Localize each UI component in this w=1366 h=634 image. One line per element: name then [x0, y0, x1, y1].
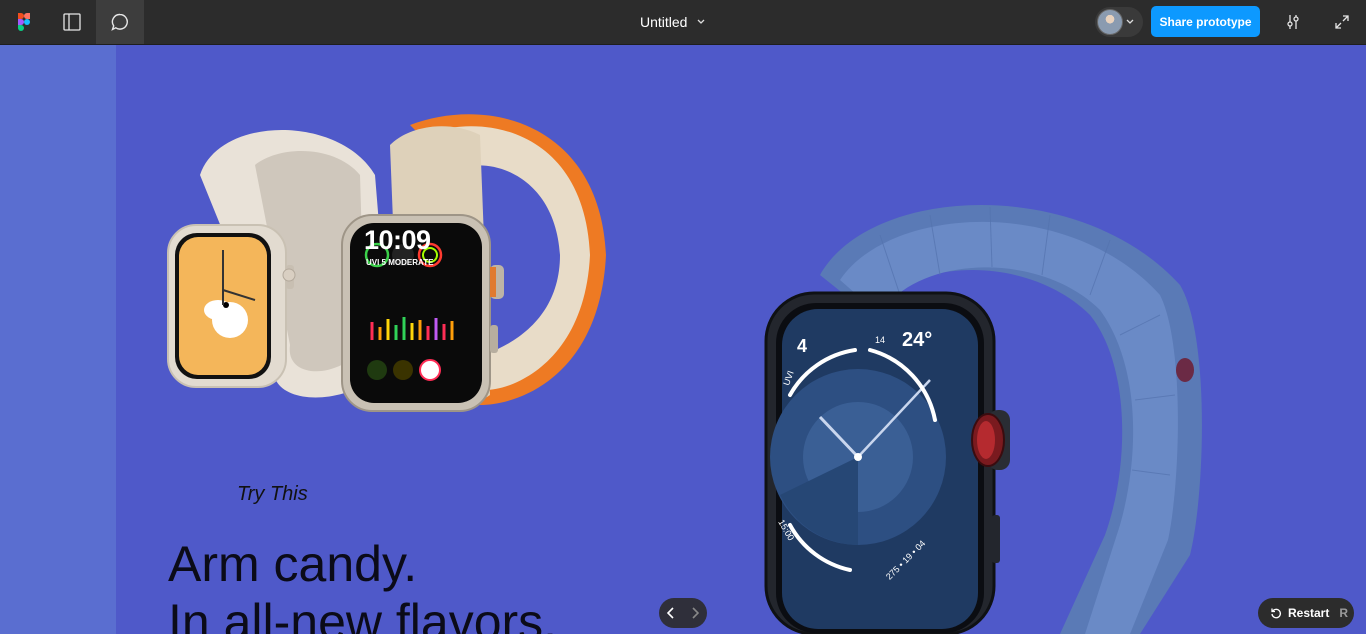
avatar [1097, 9, 1123, 35]
series-watch-image [764, 205, 1202, 634]
restart-shortcut: R [1339, 606, 1349, 620]
chevron-down-icon [1126, 19, 1134, 24]
series-top-mid: 14 [875, 335, 886, 345]
tagline: Try This [237, 483, 308, 505]
file-title-menu[interactable]: Untitled [640, 0, 705, 44]
share-prototype-button[interactable]: Share prototype [1151, 6, 1260, 37]
frame-side-strip [0, 45, 116, 634]
sliders-icon[interactable] [1270, 0, 1316, 44]
restart-button[interactable]: Restart R [1258, 598, 1354, 628]
frame-navigation [659, 598, 707, 628]
headline-line-1: Arm candy. [168, 536, 418, 592]
series-top-left: 4 [797, 336, 808, 356]
headline-line-2: In all-new flavors. [168, 594, 558, 634]
watch-group-image [167, 114, 606, 412]
expand-icon[interactable] [1318, 0, 1366, 44]
headline: Arm candy. In all-new flavors. [168, 535, 557, 634]
ultra-ring-value: 10:09 [364, 225, 431, 255]
series-temp: 24° [902, 329, 933, 351]
prototype-toolbar: Untitled Share prototype [0, 0, 1366, 45]
figma-logo-icon[interactable] [0, 0, 48, 44]
file-title: Untitled [640, 14, 688, 30]
ultra-complication-label: UVI 5 MODERATE [366, 258, 434, 267]
chevron-down-icon [698, 19, 705, 24]
sidebar-panel-icon[interactable] [48, 0, 96, 44]
restart-label: Restart [1288, 606, 1330, 620]
rotate-ccw-icon [1271, 608, 1281, 619]
comment-icon[interactable] [96, 0, 144, 44]
chevron-left-icon[interactable] [659, 598, 683, 628]
prototype-frame[interactable]: 10:09 UVI 5 MODERATE 17 24° 4 [0, 45, 1366, 634]
chevron-right-icon[interactable] [683, 598, 707, 628]
user-menu[interactable] [1095, 7, 1143, 37]
